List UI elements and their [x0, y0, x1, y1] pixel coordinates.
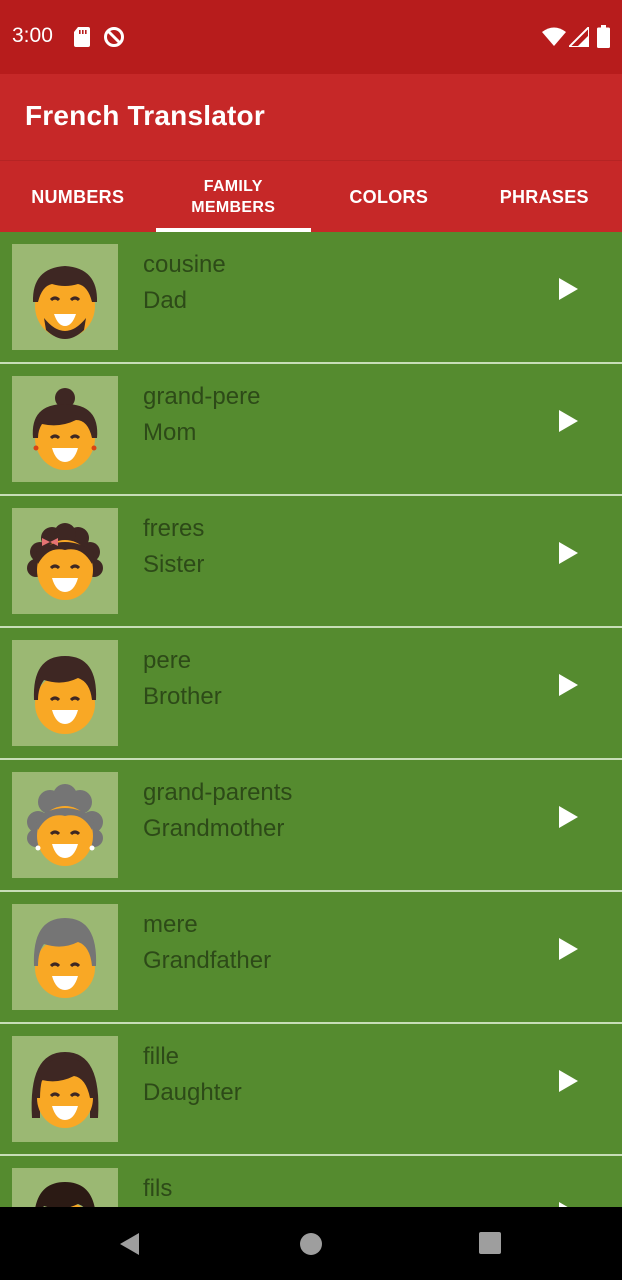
brother-avatar-icon — [33, 656, 97, 734]
tab-colors[interactable]: COLORS — [311, 161, 467, 233]
father-avatar-icon — [32, 266, 98, 339]
play-button[interactable] — [552, 669, 584, 701]
french-word: mere — [143, 911, 198, 938]
play-icon — [559, 278, 578, 300]
play-icon — [559, 938, 578, 960]
list-item[interactable]: cousine Dad — [0, 232, 622, 364]
grandfather-avatar-icon — [33, 918, 97, 998]
tab-bar: NUMBERS FAMILY MEMBERS COLORS PHRASES — [0, 160, 622, 232]
play-button[interactable] — [552, 537, 584, 569]
play-icon — [559, 1202, 568, 1207]
cell-signal-icon — [569, 27, 589, 47]
mother-avatar-icon — [32, 388, 98, 470]
english-word: Brother — [143, 683, 222, 710]
tab-family-members-label: FAMILY MEMBERS — [191, 178, 276, 216]
french-word: freres — [143, 515, 205, 542]
play-button[interactable] — [552, 1197, 584, 1207]
english-word: Daughter — [143, 1079, 242, 1106]
french-word: grand-pere — [143, 383, 261, 410]
screen: 3:00 French Translator NUMBERS FAMILY ME… — [0, 0, 622, 1280]
thumbnail — [12, 244, 118, 350]
navigation-bar — [0, 1207, 622, 1280]
battery-icon — [597, 25, 610, 48]
english-word: Grandmother — [143, 815, 285, 842]
play-icon — [559, 674, 578, 696]
son-avatar-icon — [35, 1182, 95, 1207]
tab-numbers[interactable]: NUMBERS — [0, 161, 156, 233]
daughter-avatar-icon — [31, 1052, 99, 1128]
sync-disabled-icon — [104, 27, 124, 47]
list-item[interactable]: grand-parents Grandmother — [0, 760, 622, 892]
thumbnail — [12, 1036, 118, 1142]
thumbnail — [12, 904, 118, 1010]
tab-numbers-label: NUMBERS — [31, 186, 125, 207]
tab-colors-label: COLORS — [349, 186, 429, 207]
english-word: Mom — [143, 419, 197, 446]
list-item[interactable]: fille Daughter — [0, 1024, 622, 1156]
app-bar: French Translator — [0, 74, 622, 160]
list-item[interactable]: mere Grandfather — [0, 892, 622, 1024]
recents-icon[interactable] — [479, 1232, 501, 1254]
french-word: pere — [143, 647, 192, 674]
play-button[interactable] — [552, 1065, 584, 1097]
play-button[interactable] — [552, 933, 584, 965]
status-bar: 3:00 — [0, 0, 622, 74]
word-list[interactable]: cousine Dad grand-pere Mom freres Sister… — [0, 232, 622, 1207]
english-word: Dad — [143, 287, 188, 314]
french-word: grand-parents — [143, 779, 293, 806]
play-button[interactable] — [552, 801, 584, 833]
play-icon — [559, 542, 578, 564]
french-word: fille — [143, 1043, 180, 1070]
grandmother-avatar-icon — [27, 784, 103, 866]
thumbnail — [12, 640, 118, 746]
status-time: 3:00 — [12, 24, 53, 47]
french-word: cousine — [143, 251, 226, 278]
english-word: Sister — [143, 551, 205, 578]
english-word: Grandfather — [143, 947, 272, 974]
play-icon — [559, 1070, 578, 1092]
tab-phrases[interactable]: PHRASES — [467, 161, 622, 233]
list-item[interactable]: grand-pere Mom — [0, 364, 622, 496]
play-button[interactable] — [552, 273, 584, 305]
sd-card-icon — [74, 27, 90, 47]
thumbnail — [12, 1168, 118, 1207]
french-word: fils — [143, 1175, 173, 1202]
app-title: French Translator — [25, 100, 265, 131]
list-item[interactable]: fils — [0, 1156, 622, 1207]
play-icon — [559, 410, 578, 432]
thumbnail — [12, 772, 118, 878]
tab-family-members[interactable]: FAMILY MEMBERS — [156, 161, 312, 233]
back-icon[interactable] — [117, 1231, 143, 1257]
home-icon[interactable] — [299, 1232, 323, 1256]
list-item[interactable]: freres Sister — [0, 496, 622, 628]
wifi-icon — [542, 27, 566, 46]
thumbnail — [12, 508, 118, 614]
thumbnail — [12, 376, 118, 482]
play-icon — [559, 806, 578, 828]
tab-phrases-label: PHRASES — [499, 186, 589, 207]
play-button[interactable] — [552, 405, 584, 437]
list-item[interactable]: pere Brother — [0, 628, 622, 760]
sister-avatar-icon — [27, 523, 103, 600]
